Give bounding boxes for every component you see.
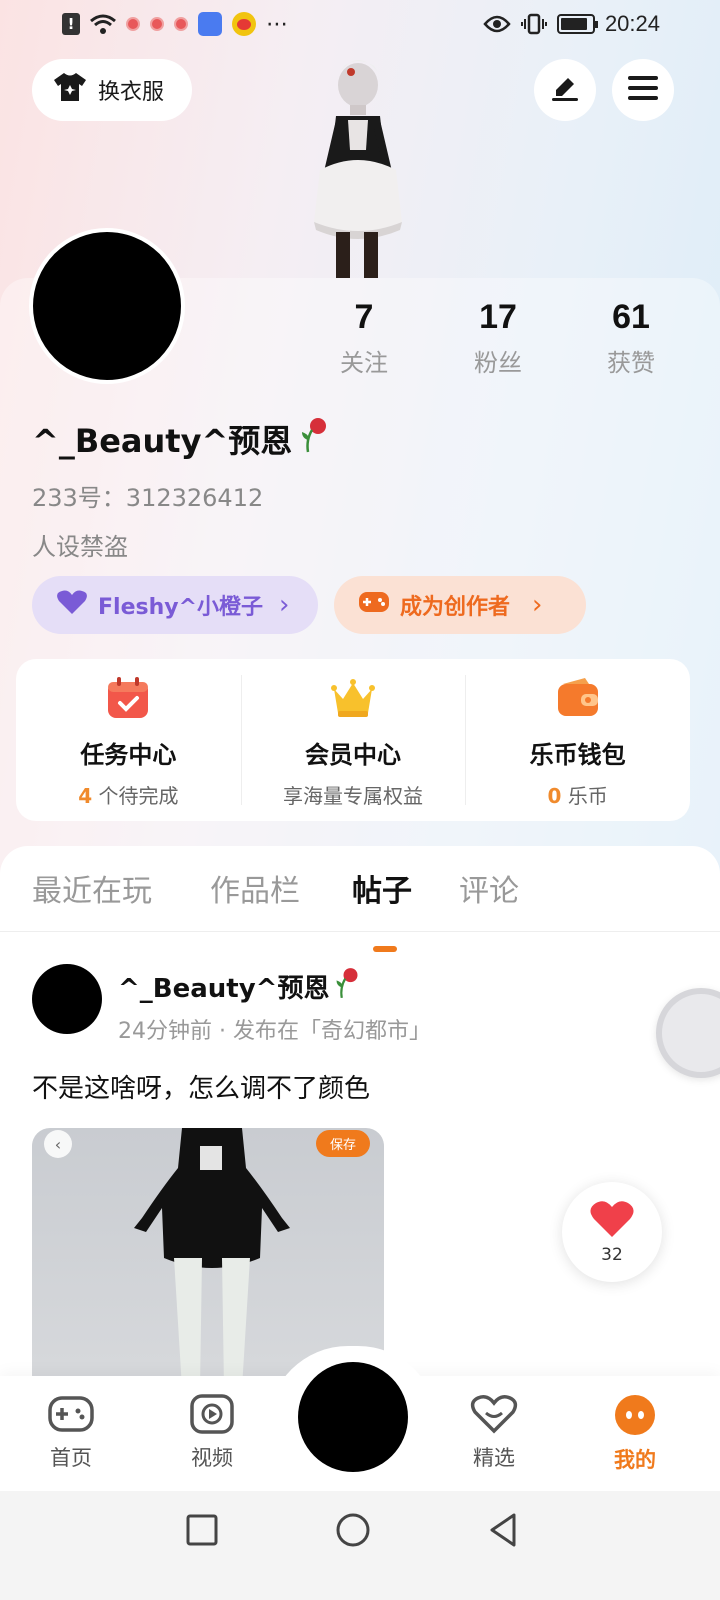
task-center-title: 任务中心 [80, 741, 177, 769]
task-count: 4 [78, 784, 93, 808]
fan-club-label: Fleshy^小橙子 [98, 595, 264, 620]
stat-followers-value: 17 [479, 298, 517, 336]
username: ^_Beauty^预恩 [32, 416, 330, 462]
nav-home[interactable]: 首页 [31, 1394, 111, 1472]
stat-following-label: 关注 [340, 349, 388, 377]
battery-icon [556, 14, 598, 34]
status-time: 20:24 [604, 11, 660, 36]
video-play-icon [190, 1394, 234, 1438]
stat-likes-value: 61 [612, 298, 650, 336]
nav-center-avatar[interactable] [298, 1362, 408, 1472]
post-author-avatar[interactable] [32, 964, 102, 1034]
recent-apps-icon[interactable] [184, 1512, 220, 1548]
user-id: 233号：312326412 [32, 484, 264, 512]
status-icons-right: 20:24 [483, 11, 660, 37]
stat-likes[interactable]: 61 获赞 [576, 298, 686, 378]
tab-comments[interactable]: 评论 [459, 866, 519, 910]
app-notification-icon [150, 17, 164, 31]
gamepad-icon [358, 589, 390, 621]
app-notification-icon [126, 17, 140, 31]
task-center-sub-text: 个待完成 [98, 784, 179, 808]
username-text: ^_Beauty^预恩 [32, 422, 293, 460]
avatar-character-figure[interactable] [296, 50, 418, 278]
tab-works[interactable]: 作品栏 [210, 866, 300, 910]
chevron-right-icon: › [279, 590, 290, 620]
coin-balance: 0 [547, 784, 562, 808]
app-store-icon [198, 12, 222, 36]
alert-icon: ! [62, 13, 80, 35]
change-outfit-button[interactable]: 换衣服 [32, 59, 192, 121]
stat-following[interactable]: 7 关注 [309, 298, 419, 378]
hamburger-menu-icon [628, 75, 658, 105]
task-center-sub: 4 个待完成 [78, 780, 178, 809]
home-circle-icon[interactable] [335, 1512, 371, 1548]
post-text: 不是这啥呀，怎么调不了颜色 [32, 1074, 371, 1104]
coin-wallet-sub-text: 乐币 [567, 784, 608, 808]
nav-me[interactable]: 我的 [595, 1394, 675, 1474]
rose-icon [298, 416, 330, 462]
rose-icon [333, 966, 361, 1007]
coin-wallet-title: 乐币钱包 [529, 741, 626, 769]
profile-avatar[interactable] [29, 228, 185, 384]
wallet-icon [555, 675, 601, 721]
tab-recently-played[interactable]: 最近在玩 [32, 866, 152, 910]
chevron-right-icon: › [532, 590, 543, 620]
become-creator-label: 成为创作者 [400, 595, 511, 620]
task-center[interactable]: 任务中心 4 个待完成 [16, 659, 241, 821]
post-author[interactable]: ^_Beauty^预恩 [118, 966, 361, 1007]
change-outfit-label: 换衣服 [98, 80, 165, 105]
status-bar: ! ⋯ 20:24 [0, 0, 720, 48]
more-dots-icon: ⋯ [266, 11, 288, 37]
member-center-sub: 享海量专属权益 [283, 780, 423, 809]
stat-likes-label: 获赞 [607, 349, 655, 377]
member-center-title: 会员中心 [305, 741, 401, 769]
stat-followers-label: 粉丝 [474, 349, 522, 377]
calendar-check-icon [105, 675, 151, 721]
nav-me-label: 我的 [614, 1448, 656, 1472]
edit-profile-button[interactable] [534, 59, 596, 121]
menu-button[interactable] [612, 59, 674, 121]
gamepad-icon [47, 1396, 95, 1438]
stat-followers[interactable]: 17 粉丝 [443, 298, 553, 378]
crown-icon [330, 675, 376, 721]
nav-video[interactable]: 视频 [172, 1394, 252, 1472]
become-creator-badge[interactable]: 成为创作者 › [334, 576, 586, 634]
app-notification-icon [174, 17, 188, 31]
back-triangle-icon[interactable] [486, 1512, 522, 1548]
services-card: 任务中心 4 个待完成 会员中心 享海量专属权益 乐币钱包 0 乐币 [16, 659, 690, 821]
tshirt-icon [52, 71, 88, 109]
status-icons-left: ! ⋯ [62, 12, 288, 37]
heart-icon [589, 1199, 635, 1243]
coin-wallet-sub: 0 乐币 [548, 780, 608, 809]
heart-icon [56, 589, 88, 621]
active-tab-indicator [373, 946, 397, 952]
eye-icon [483, 14, 511, 34]
profile-face-icon [613, 1395, 657, 1440]
nav-featured[interactable]: 精选 [454, 1394, 534, 1472]
wifi-icon [90, 13, 116, 35]
weibo-icon [232, 12, 256, 36]
edit-pen-icon [550, 74, 580, 106]
user-bio: 人设禁盗 [32, 533, 128, 561]
member-center[interactable]: 会员中心 享海量专属权益 [240, 659, 466, 821]
vibrate-icon [520, 13, 547, 35]
like-count: 32 [601, 1245, 623, 1265]
post-meta: 24分钟前 · 发布在「奇幻都市」 [118, 1019, 431, 1044]
stat-following-value: 7 [354, 298, 374, 336]
save-badge[interactable]: 保存 [315, 1130, 370, 1157]
like-button[interactable]: 32 [562, 1182, 662, 1282]
member-center-sub-text: 享海量专属权益 [283, 784, 423, 808]
post-author-name: ^_Beauty^预恩 [118, 974, 330, 1004]
nav-featured-label: 精选 [473, 1446, 515, 1470]
fan-club-badge[interactable]: Fleshy^小橙子 › [32, 576, 318, 634]
nav-home-label: 首页 [50, 1446, 92, 1470]
back-arrow-icon[interactable]: ‹ [44, 1130, 72, 1158]
heart-outline-icon [470, 1395, 518, 1438]
coin-wallet[interactable]: 乐币钱包 0 乐币 [465, 659, 690, 821]
tab-posts[interactable]: 帖子 [352, 866, 412, 910]
nav-video-label: 视频 [191, 1446, 233, 1470]
content-tabs: 最近在玩 作品栏 帖子 评论 [0, 866, 720, 952]
